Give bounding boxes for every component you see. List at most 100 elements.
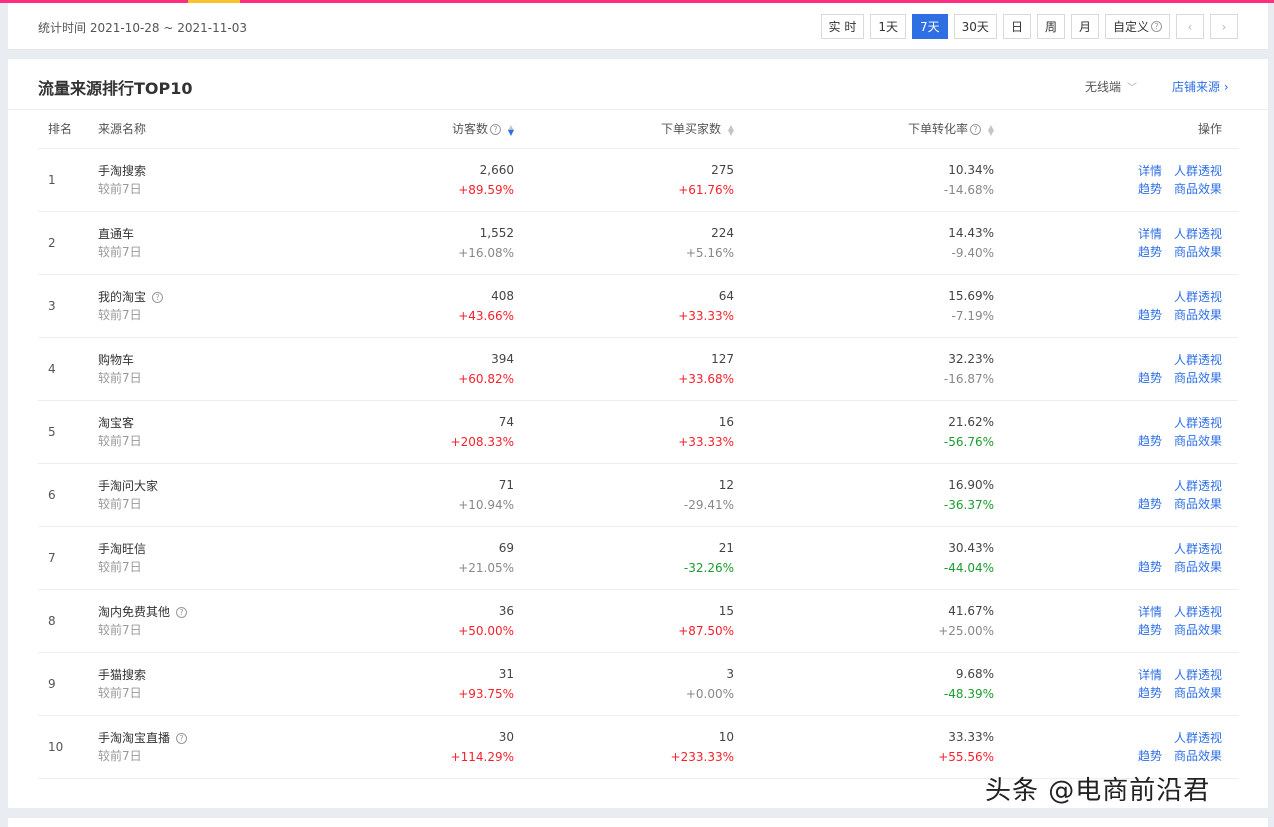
table-row: 5 淘宝客 较前7日 74 +208.33% 16 +33.33% 21.62% -56.76%… — [38, 400, 1238, 464]
conversion-value: 33.33% — [948, 729, 994, 744]
operations-line: 趋势 商品效果 — [994, 684, 1222, 702]
source-name-cell: 手猫搜索 较前7日 — [98, 652, 328, 716]
visitors-cell: 36 +50.00% — [328, 589, 514, 653]
operations-cell: 详情人群透视趋势商品效果 — [994, 526, 1238, 590]
help-icon[interactable]: ? — [152, 291, 164, 303]
product-effect-link[interactable]: 商品效果 — [1174, 243, 1222, 261]
next-panel-edge — [8, 818, 1268, 827]
operations-line: 趋势 商品效果 — [994, 180, 1222, 198]
table-row: 8 淘内免费其他? 较前7日 36 +50.00% 15 +87.50% 41.67% +25.… — [38, 589, 1238, 653]
period-custom-button[interactable]: 自定义? — [1104, 14, 1170, 39]
details-link[interactable]: 详情 — [1138, 666, 1162, 684]
help-icon[interactable]: ? — [176, 732, 188, 744]
product-effect-link[interactable]: 商品效果 — [1174, 369, 1222, 387]
help-icon[interactable]: ? — [176, 606, 188, 618]
period-1day-button[interactable]: 1天 — [870, 14, 907, 39]
buyers-change: +33.33% — [678, 434, 734, 449]
period-7day-button[interactable]: 7天 — [912, 14, 948, 39]
details-link[interactable]: 详情 — [1138, 225, 1162, 243]
buyers-cell: 275 +61.76% — [514, 148, 734, 212]
rank-cell: 2 — [38, 211, 98, 275]
buyers-change: +87.50% — [678, 623, 734, 638]
table-row: 6 手淘问大家 较前7日 71 +10.94% 12 -29.41% 16.90% -36.37… — [38, 463, 1238, 527]
help-icon: ? — [490, 124, 501, 136]
buyers-value: 224 — [711, 225, 734, 240]
conversion-cell: 41.67% +25.00% — [734, 589, 994, 653]
source-name-label: 手淘问大家 — [98, 478, 159, 493]
trend-link[interactable]: 趋势 — [1138, 306, 1162, 324]
crowd-insight-link[interactable]: 人群透视 — [1174, 351, 1222, 369]
sort-icon[interactable]: ▲ ▼ — [726, 123, 734, 136]
trend-link[interactable]: 趋势 — [1138, 180, 1162, 198]
compare-label: 较前7日 — [98, 181, 142, 196]
details-link[interactable]: 详情 — [1138, 603, 1162, 621]
period-realtime-button[interactable]: 实 时 — [820, 14, 865, 39]
header-visitors[interactable]: 访客数? ▲ ▼ — [328, 110, 514, 149]
crowd-insight-link[interactable]: 人群透视 — [1174, 729, 1222, 747]
trend-link[interactable]: 趋势 — [1138, 747, 1162, 765]
next-period-button[interactable]: › — [1210, 14, 1238, 39]
crowd-insight-link[interactable]: 人群透视 — [1174, 540, 1222, 558]
period-30day-button[interactable]: 30天 — [953, 14, 997, 39]
conversion-change: -14.68% — [943, 182, 994, 197]
header-rank: 排名 — [38, 110, 98, 149]
details-link[interactable]: 详情 — [1138, 162, 1162, 180]
crowd-insight-link[interactable]: 人群透视 — [1174, 162, 1222, 180]
operations-cell: 详情人群透视趋势商品效果 — [994, 589, 1238, 653]
operations-line: 详情人群透视 — [994, 477, 1222, 495]
crowd-insight-link[interactable]: 人群透视 — [1174, 603, 1222, 621]
trend-link[interactable]: 趋势 — [1138, 369, 1162, 387]
table-row: 1 手淘搜索 较前7日 2,660 +89.59% 275 +61.76% 10.34% -14… — [38, 148, 1238, 212]
trend-link[interactable]: 趋势 — [1138, 495, 1162, 513]
buyers-cell: 3 +0.00% — [514, 652, 734, 716]
conversion-value: 16.90% — [948, 477, 994, 492]
trend-link[interactable]: 趋势 — [1138, 684, 1162, 702]
product-effect-link[interactable]: 商品效果 — [1174, 558, 1222, 576]
crowd-insight-link[interactable]: 人群透视 — [1174, 414, 1222, 432]
source-name-label: 手淘搜索 — [98, 163, 147, 178]
visitors-cell: 2,660 +89.59% — [328, 148, 514, 212]
operations-cell: 详情人群透视趋势商品效果 — [994, 211, 1238, 275]
visitors-cell: 30 +114.29% — [328, 715, 514, 779]
period-day-button[interactable]: 日 — [1002, 14, 1031, 39]
operations-line: 详情人群透视 — [994, 540, 1222, 558]
product-effect-link[interactable]: 商品效果 — [1174, 747, 1222, 765]
conversion-cell: 32.23% -16.87% — [734, 337, 994, 401]
buyers-value: 275 — [711, 162, 734, 177]
header-buyers[interactable]: 下单买家数 ▲ ▼ — [514, 110, 734, 149]
trend-link[interactable]: 趋势 — [1138, 432, 1162, 450]
buyers-change: +0.00% — [685, 686, 734, 701]
operations-line: 趋势 商品效果 — [994, 621, 1222, 639]
operations-line: 详情人群透视 — [994, 351, 1222, 369]
product-effect-link[interactable]: 商品效果 — [1174, 432, 1222, 450]
header-conversion[interactable]: 下单转化率? ▲ ▼ — [734, 110, 994, 149]
sort-desc-icon[interactable]: ▲ ▼ — [506, 123, 514, 136]
trend-link[interactable]: 趋势 — [1138, 621, 1162, 639]
period-week-button[interactable]: 周 — [1036, 14, 1065, 39]
trend-link[interactable]: 趋势 — [1138, 558, 1162, 576]
visitors-cell: 408 +43.66% — [328, 274, 514, 338]
crowd-insight-link[interactable]: 人群透视 — [1174, 666, 1222, 684]
source-name-cell: 淘宝客 较前7日 — [98, 400, 328, 464]
conversion-cell: 21.62% -56.76% — [734, 400, 994, 464]
product-effect-link[interactable]: 商品效果 — [1174, 684, 1222, 702]
period-month-button[interactable]: 月 — [1070, 14, 1099, 39]
trend-link[interactable]: 趋势 — [1138, 243, 1162, 261]
shop-source-link[interactable]: 店铺来源 › — [1172, 78, 1229, 95]
buyers-cell: 12 -29.41% — [514, 463, 734, 527]
crowd-insight-link[interactable]: 人群透视 — [1174, 288, 1222, 306]
buyers-cell: 10 +233.33% — [514, 715, 734, 779]
visitors-value: 394 — [491, 351, 514, 366]
product-effect-link[interactable]: 商品效果 — [1174, 180, 1222, 198]
buyers-cell: 127 +33.68% — [514, 337, 734, 401]
crowd-insight-link[interactable]: 人群透视 — [1174, 477, 1222, 495]
terminal-select[interactable]: 无线端 ﹀ — [1085, 78, 1137, 95]
crowd-insight-link[interactable]: 人群透视 — [1174, 225, 1222, 243]
prev-period-button[interactable]: ‹ — [1176, 14, 1204, 39]
traffic-source-table: 排名 来源名称 访客数? ▲ ▼ 下单买家数 ▲ ▼ 下单转化率? ▲ ▼ 操作 1 手淘搜索… — [38, 110, 1238, 779]
product-effect-link[interactable]: 商品效果 — [1174, 306, 1222, 324]
product-effect-link[interactable]: 商品效果 — [1174, 495, 1222, 513]
product-effect-link[interactable]: 商品效果 — [1174, 621, 1222, 639]
sort-icon[interactable]: ▲ ▼ — [986, 123, 994, 136]
conversion-cell: 15.69% -7.19% — [734, 274, 994, 338]
